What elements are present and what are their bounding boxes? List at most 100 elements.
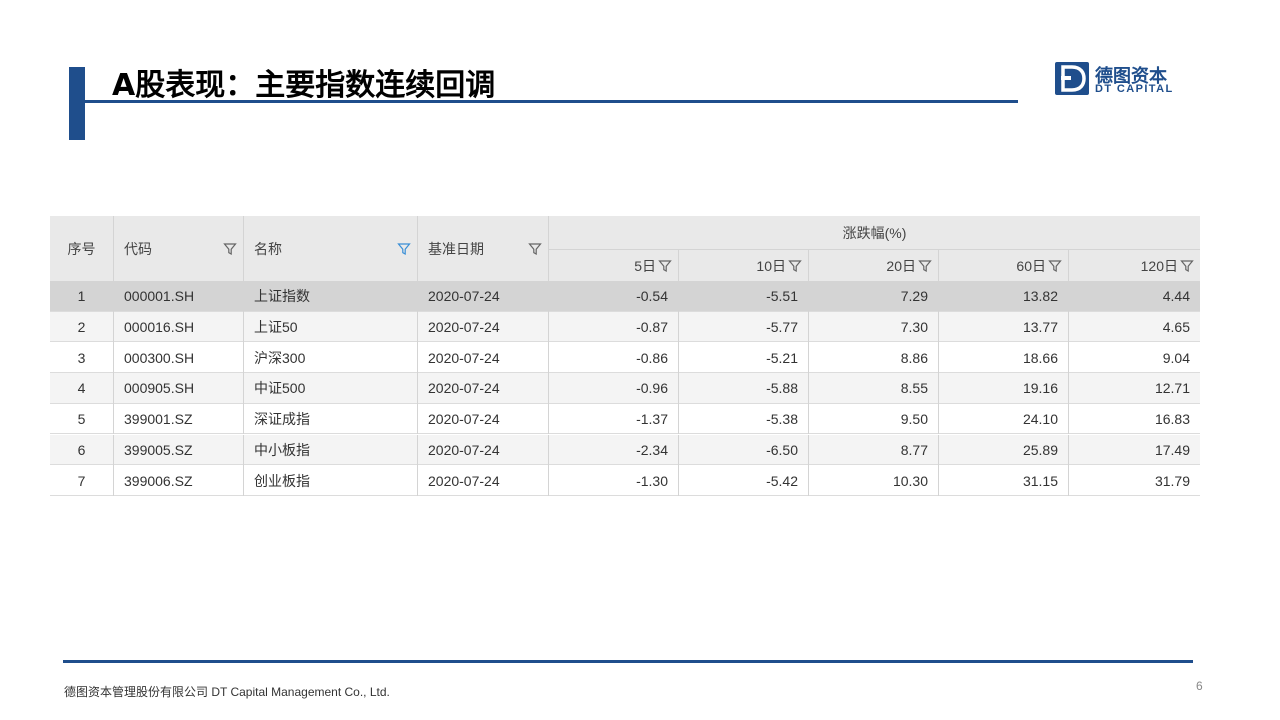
- filter-icon[interactable]: [1180, 259, 1194, 273]
- table-cell-d60: 19.16: [938, 373, 1068, 404]
- table-cell-d10: -5.88: [678, 373, 808, 404]
- table-cell-date: 2020-07-24: [417, 403, 548, 435]
- table-cell-d120: 16.83: [1068, 403, 1200, 435]
- company-logo: 德图资本 DT CAPITAL: [1055, 62, 1180, 98]
- column-header-label: 代码: [124, 240, 152, 257]
- table-cell-d60: 24.10: [938, 403, 1068, 435]
- table-cell-d120: 12.71: [1068, 373, 1200, 404]
- table-cell-d5: -0.86: [548, 342, 678, 374]
- table-cell-seq: 1: [77, 288, 86, 305]
- title-underline: [85, 100, 1018, 103]
- table-cell-d10: -5.38: [678, 403, 808, 435]
- table-cell-seq: 5: [77, 411, 86, 428]
- table-cell-d10: -5.77: [678, 311, 808, 343]
- footer-rule: [63, 660, 1193, 663]
- filter-icon[interactable]: [1048, 259, 1062, 273]
- table-cell-code: 399001.SZ: [113, 403, 243, 435]
- column-header-d20[interactable]: 20日: [808, 250, 938, 281]
- table-cell-d120: 9.04: [1068, 342, 1200, 374]
- table-cell-d120: 4.44: [1068, 281, 1200, 312]
- table-cell-seq: 4: [77, 380, 86, 397]
- table-cell-date: 2020-07-24: [417, 342, 548, 374]
- table-cell-name: 上证50: [243, 311, 417, 343]
- table-cell-name: 中小板指: [243, 434, 417, 466]
- index-performance-table: 涨跌幅(%) 序号 代码 名称 基准日期 5日 10日 20日 60日 120日 1 000001.S…: [50, 216, 1200, 496]
- table-cell-d60: 13.82: [938, 281, 1068, 312]
- table-cell-date: 2020-07-24: [417, 281, 548, 312]
- column-header-label: 10日: [756, 257, 786, 274]
- table-cell-d20: 10.30: [808, 465, 938, 496]
- table-cell-d5: -0.54: [548, 281, 678, 312]
- table-cell-name: 上证指数: [243, 281, 417, 312]
- filter-icon[interactable]: [528, 242, 542, 256]
- table-cell-name: 深证成指: [243, 403, 417, 435]
- table-cell-d5: -2.34: [548, 434, 678, 466]
- column-header-code[interactable]: 代码: [113, 216, 243, 281]
- table-cell-code: 399005.SZ: [113, 434, 243, 466]
- logo-d-mark: [1055, 62, 1089, 95]
- filter-icon[interactable]: [788, 259, 802, 273]
- logo-english-name: DT CAPITAL: [1095, 83, 1174, 95]
- column-header-label: 5日: [634, 257, 656, 274]
- table-cell-d5: -0.87: [548, 311, 678, 343]
- page-number: 6: [1196, 679, 1203, 693]
- title-accent-bar: [69, 67, 85, 140]
- filter-icon[interactable]: [223, 242, 237, 256]
- table-cell-d10: -5.21: [678, 342, 808, 374]
- table-cell-name: 创业板指: [243, 465, 417, 496]
- table-cell-seq: 7: [77, 472, 86, 489]
- filter-icon[interactable]: [397, 242, 411, 256]
- table-cell-d120: 31.79: [1068, 465, 1200, 496]
- table-cell-d20: 9.50: [808, 403, 938, 435]
- column-header-d120[interactable]: 120日: [1068, 250, 1200, 281]
- filter-icon[interactable]: [658, 259, 672, 273]
- table-cell-d120: 4.65: [1068, 311, 1200, 343]
- column-header-d10[interactable]: 10日: [678, 250, 808, 281]
- table-cell-code: 000016.SH: [113, 311, 243, 343]
- column-header-d60[interactable]: 60日: [938, 250, 1068, 281]
- table-cell-code: 000905.SH: [113, 373, 243, 404]
- table-cell-code: 000300.SH: [113, 342, 243, 374]
- table-cell-d5: -1.37: [548, 403, 678, 435]
- table-cell-d60: 13.77: [938, 311, 1068, 343]
- table-cell-d20: 8.55: [808, 373, 938, 404]
- table-cell-seq: 3: [77, 349, 86, 366]
- column-header-label: 基准日期: [428, 240, 484, 257]
- table-cell-d5: -1.30: [548, 465, 678, 496]
- table-cell-d20: 7.30: [808, 311, 938, 343]
- footer-company-name: 德图资本管理股份有限公司 DT Capital Management Co., …: [64, 685, 390, 699]
- table-cell-date: 2020-07-24: [417, 311, 548, 343]
- table-cell-d10: -6.50: [678, 434, 808, 466]
- table-cell-d20: 8.86: [808, 342, 938, 374]
- column-header-seq[interactable]: 序号: [50, 216, 113, 281]
- column-header-d5[interactable]: 5日: [548, 250, 678, 281]
- table-cell-name: 沪深300: [243, 342, 417, 374]
- table-cell-date: 2020-07-24: [417, 465, 548, 496]
- column-header-label: 120日: [1140, 257, 1178, 274]
- table-cell-date: 2020-07-24: [417, 373, 548, 404]
- table-cell-d60: 18.66: [938, 342, 1068, 374]
- table-cell-d120: 17.49: [1068, 434, 1200, 466]
- column-header-date[interactable]: 基准日期: [417, 216, 548, 281]
- column-header-label: 序号: [67, 240, 96, 257]
- column-header-label: 20日: [886, 257, 916, 274]
- table-cell-d20: 7.29: [808, 281, 938, 312]
- column-header-label: 60日: [1016, 257, 1046, 274]
- slide-title: A股表现：主要指数连续回调: [112, 68, 496, 103]
- table-cell-d5: -0.96: [548, 373, 678, 404]
- table-cell-d10: -5.42: [678, 465, 808, 496]
- group-header-change-pct: 涨跌幅(%): [548, 216, 1200, 250]
- table-cell-name: 中证500: [243, 373, 417, 404]
- table-cell-seq: 6: [77, 441, 86, 458]
- table-cell-d60: 25.89: [938, 434, 1068, 466]
- column-header-name[interactable]: 名称: [243, 216, 417, 281]
- table-cell-date: 2020-07-24: [417, 434, 548, 466]
- table-cell-seq: 2: [77, 319, 86, 336]
- column-header-label: 名称: [254, 240, 282, 257]
- table-cell-d60: 31.15: [938, 465, 1068, 496]
- group-header-label: 涨跌幅(%): [842, 224, 907, 241]
- filter-icon[interactable]: [918, 259, 932, 273]
- table-cell-d20: 8.77: [808, 434, 938, 466]
- table-cell-code: 000001.SH: [113, 281, 243, 312]
- table-cell-code: 399006.SZ: [113, 465, 243, 496]
